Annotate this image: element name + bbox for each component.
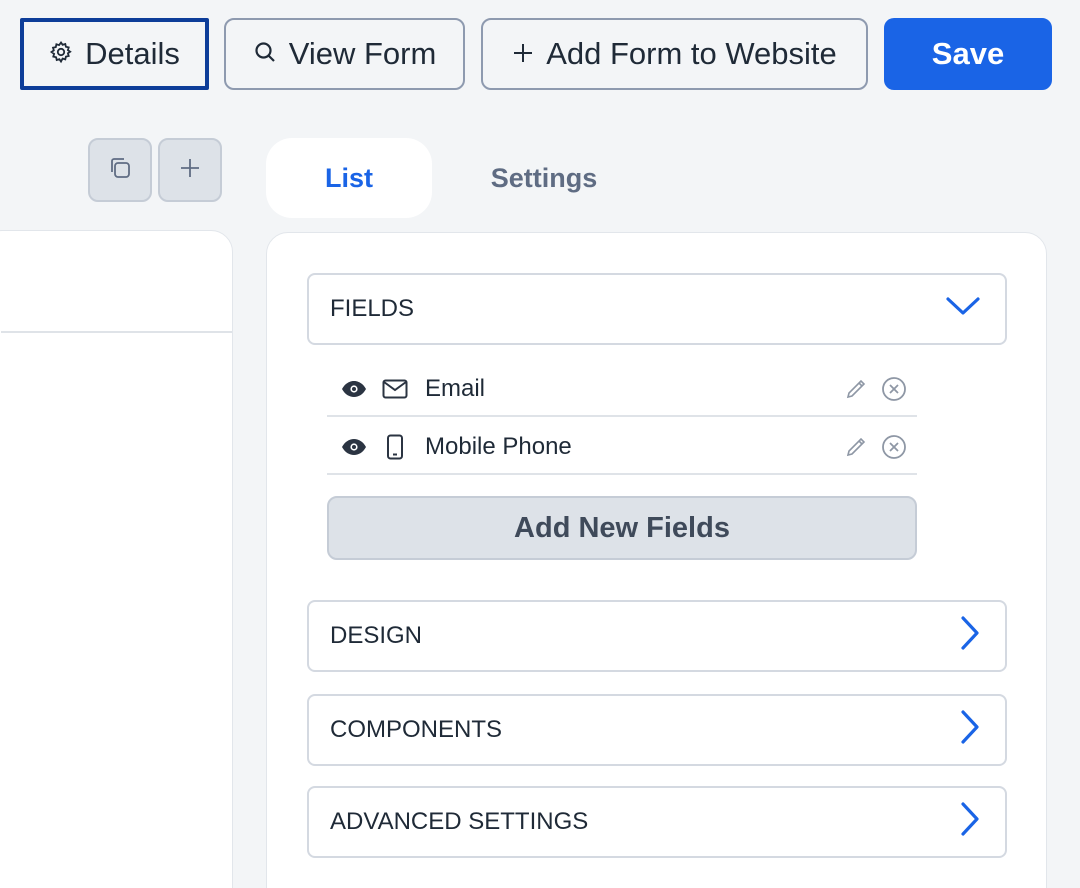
copy-button[interactable] xyxy=(88,138,152,202)
divider xyxy=(1,331,232,333)
save-button[interactable]: Save xyxy=(884,18,1052,90)
details-button-label: Details xyxy=(85,36,180,71)
form-canvas-panel xyxy=(0,230,233,888)
field-label: Mobile Phone xyxy=(425,433,572,460)
edit-pencil-icon[interactable] xyxy=(845,378,867,400)
details-button[interactable]: Details xyxy=(20,18,209,90)
chevron-right-icon xyxy=(959,615,981,658)
edit-pencil-icon[interactable] xyxy=(845,436,867,458)
mobile-phone-icon xyxy=(381,434,409,460)
add-form-to-website-label: Add Form to Website xyxy=(546,36,837,71)
search-icon xyxy=(253,36,277,72)
chevron-right-icon xyxy=(959,709,981,752)
view-form-button-label: View Form xyxy=(288,36,437,71)
fields-section-header[interactable]: FIELDS xyxy=(307,273,1007,345)
gear-icon xyxy=(49,36,73,72)
list-panel: FIELDS Email Mobile Phone Add New Fields… xyxy=(266,232,1047,888)
field-row-email: Email xyxy=(327,363,917,417)
design-section-title: DESIGN xyxy=(330,622,423,649)
plus-icon xyxy=(179,157,201,184)
tab-list[interactable]: List xyxy=(266,138,432,218)
add-button[interactable] xyxy=(158,138,222,202)
tab-settings[interactable]: Settings xyxy=(466,138,622,218)
advanced-settings-section-title: ADVANCED SETTINGS xyxy=(330,808,589,835)
eye-icon[interactable] xyxy=(341,438,369,456)
components-section-header[interactable]: COMPONENTS xyxy=(307,694,1007,766)
advanced-settings-section-header[interactable]: ADVANCED SETTINGS xyxy=(307,786,1007,858)
plus-icon xyxy=(512,36,534,72)
field-row-mobile-phone: Mobile Phone xyxy=(327,421,917,475)
eye-icon[interactable] xyxy=(341,380,369,398)
remove-circle-x-icon[interactable] xyxy=(881,376,907,402)
chevron-right-icon xyxy=(959,801,981,844)
design-section-header[interactable]: DESIGN xyxy=(307,600,1007,672)
chevron-down-icon xyxy=(945,295,981,324)
components-section-title: COMPONENTS xyxy=(330,716,503,743)
add-new-fields-button[interactable]: Add New Fields xyxy=(327,496,917,560)
save-button-label: Save xyxy=(931,36,1005,71)
copy-icon xyxy=(107,155,133,186)
mail-icon xyxy=(381,379,409,399)
remove-circle-x-icon[interactable] xyxy=(881,434,907,460)
add-form-to-website-button[interactable]: Add Form to Website xyxy=(481,18,868,90)
field-label: Email xyxy=(425,375,486,402)
fields-section-title: FIELDS xyxy=(330,295,415,322)
view-form-button[interactable]: View Form xyxy=(224,18,465,90)
